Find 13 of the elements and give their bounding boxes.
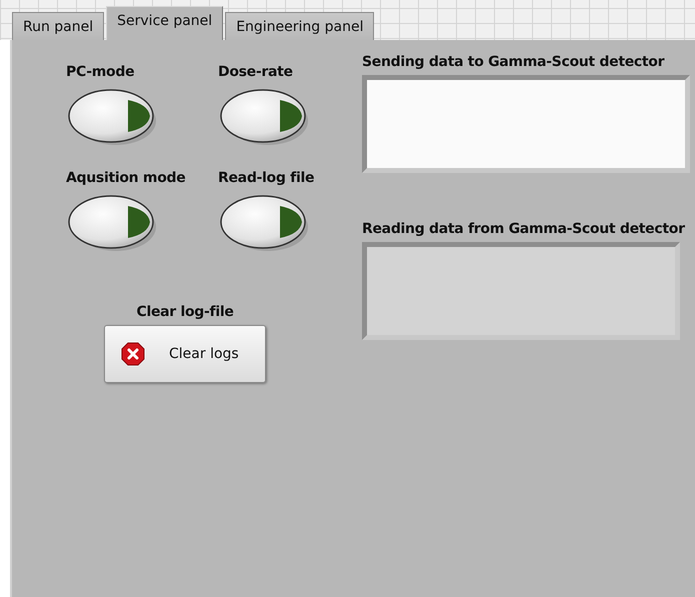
switch-label: Dose-rate <box>218 64 293 80</box>
switch-label: Read-log file <box>218 170 314 186</box>
clear-logs-button[interactable]: Clear logs <box>104 325 266 383</box>
switch-label: Aqusition mode <box>66 170 186 186</box>
field-label: Reading data from Gamma-Scout detector <box>362 221 686 237</box>
tab[interactable]: Service panel <box>106 6 224 40</box>
text-field[interactable] <box>362 75 690 173</box>
button-label: Clear log-file <box>136 304 234 320</box>
field-label: Sending data to Gamma-Scout detector <box>362 54 666 70</box>
switch-label: PC-mode <box>66 64 134 80</box>
tab[interactable]: Run panel <box>12 12 104 40</box>
tab[interactable]: Engineering panel <box>225 12 374 40</box>
close-icon <box>121 342 145 366</box>
